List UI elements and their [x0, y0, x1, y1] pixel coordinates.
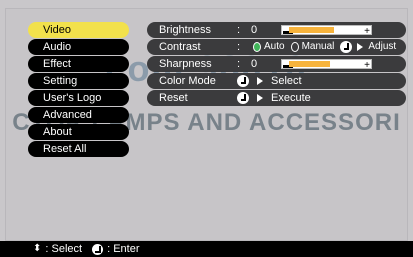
contrast-label: Contrast [159, 41, 201, 53]
projector-menu-screen: com 98010 CTOR LAMPS AND ACCESSORI Video… [0, 0, 413, 257]
footer-help-bar: ⬍ : Select : Enter [0, 241, 413, 257]
contrast-auto-option[interactable]: Auto [253, 39, 285, 55]
arrow-right-icon [357, 43, 364, 51]
brightness-label: Brightness [159, 24, 211, 36]
reset-execute-action[interactable]: Execute [237, 90, 311, 106]
reset-row[interactable]: Reset Execute [147, 90, 406, 106]
color-mode-select-label: Select [271, 75, 302, 87]
color-mode-label: Color Mode [159, 75, 216, 87]
color-mode-select-action[interactable]: Select [237, 73, 302, 89]
contrast-colon: : [237, 41, 241, 53]
sharpness-label: Sharpness [159, 58, 212, 70]
brightness-slider[interactable]: ▬ + [281, 25, 372, 37]
footer-select-hint: ⬍ : Select [33, 243, 82, 255]
enter-icon [92, 243, 104, 255]
brightness-fill [289, 27, 334, 33]
enter-icon [237, 75, 249, 87]
sidebar-item-effect[interactable]: Effect [28, 56, 129, 72]
contrast-manual-label: Manual [301, 41, 335, 52]
sidebar-item-advanced[interactable]: Advanced [28, 107, 129, 123]
sharpness-slider[interactable]: ▬ + [281, 59, 372, 71]
sidebar-item-about[interactable]: About [28, 124, 129, 140]
brightness-value: 0 [250, 24, 258, 36]
radio-on-icon [253, 42, 261, 52]
sharpness-fill [289, 61, 331, 67]
sidebar-item-reset-all[interactable]: Reset All [28, 141, 129, 157]
plus-icon: + [364, 26, 370, 37]
brightness-colon: : [237, 24, 241, 36]
footer-enter-label: : Enter [107, 243, 140, 255]
contrast-manual-option[interactable]: Manual [290, 39, 335, 55]
sidebar-item-setting[interactable]: Setting [28, 73, 129, 89]
contrast-adjust-action[interactable]: Adjust [340, 39, 396, 55]
footer-enter-hint: : Enter [92, 243, 139, 255]
sharpness-value: 0 [250, 58, 258, 70]
footer-select-label: : Select [45, 243, 83, 255]
radio-off-icon [290, 42, 299, 52]
enter-icon [340, 41, 353, 53]
sidebar-item-users-logo[interactable]: User's Logo [28, 90, 129, 106]
sidebar-item-video[interactable]: Video [28, 22, 129, 38]
color-mode-row[interactable]: Color Mode Select [147, 73, 406, 89]
sidebar-menu: Video Audio Effect Setting User's Logo A… [28, 22, 129, 158]
plus-icon: + [364, 60, 370, 71]
reset-label: Reset [159, 92, 188, 104]
reset-execute-label: Execute [271, 92, 311, 104]
arrow-right-icon [257, 94, 263, 102]
sharpness-colon: : [237, 58, 241, 70]
contrast-row[interactable]: Contrast : Auto Manual Adjust [147, 39, 406, 55]
up-down-icon: ⬍ [33, 243, 42, 254]
arrow-right-icon [257, 77, 263, 85]
sidebar-item-audio[interactable]: Audio [28, 39, 129, 55]
contrast-adjust-label: Adjust [368, 41, 397, 52]
enter-icon [237, 92, 249, 104]
brightness-row[interactable]: Brightness : 0 ▬ + [147, 22, 406, 38]
contrast-auto-label: Auto [264, 41, 285, 52]
video-settings-panel: Brightness : 0 ▬ + Contrast : Auto Manua… [147, 22, 406, 107]
sharpness-row[interactable]: Sharpness : 0 ▬ + [147, 56, 406, 72]
